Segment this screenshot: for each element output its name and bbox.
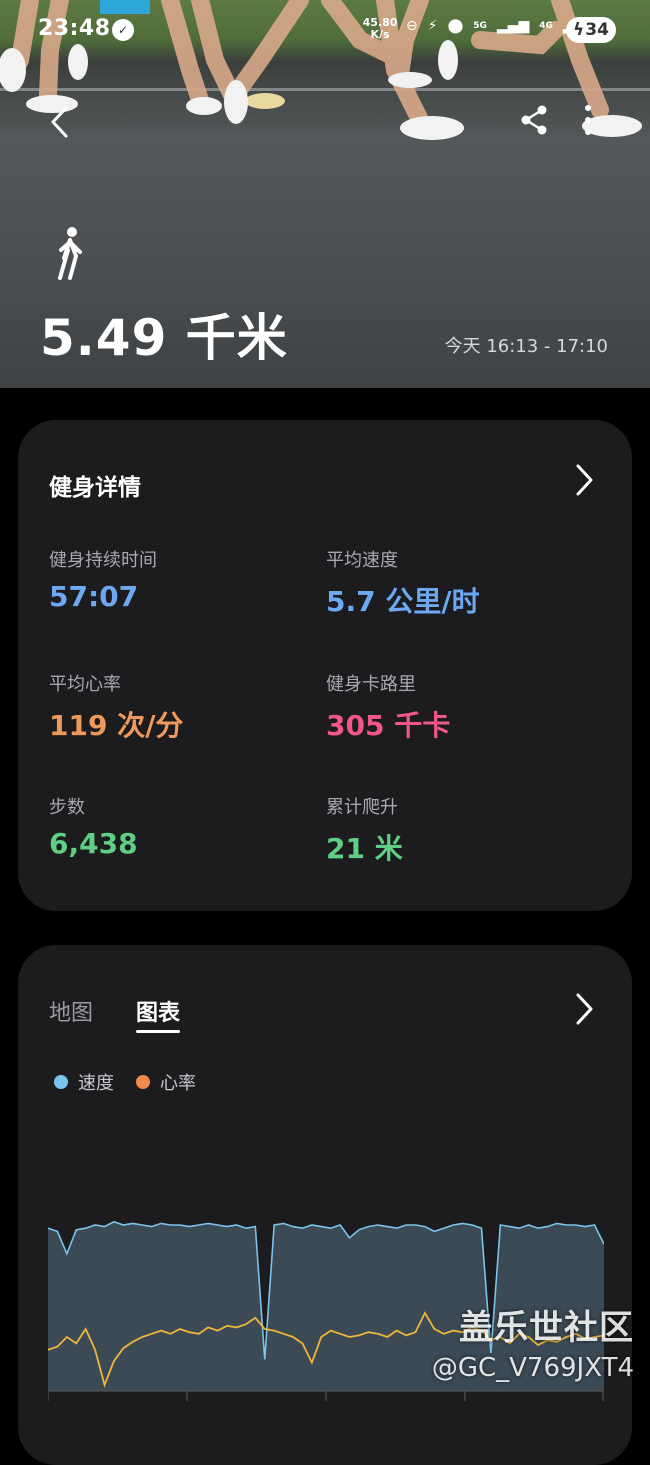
network-speed: 45.80 K/s [362,17,398,41]
back-arrow-icon[interactable] [46,104,76,140]
stat-elevation-gain: 累计爬升 21 米 [326,793,403,867]
stat-label: 累计爬升 [326,797,398,818]
signal-bars-icon: ▂▄▆ [496,18,530,34]
legend-heart-rate-dot [136,1075,150,1089]
signal-5g-label: 5G [473,21,487,31]
workout-details-card: 健身详情 健身持续时间 57:07 平均速度 5.7 公里/时 平均心率 119… [18,420,632,911]
legend-heart-rate-label: 心率 [160,1073,196,1094]
stat-value: 6,438 [49,827,138,860]
chart-legend: 速度 心率 [54,1069,196,1095]
workout-chart-card: 地图 图表 速度 心率 [18,945,632,1465]
watermark-line1: 盖乐世社区 [459,1308,634,1348]
legend-speed-dot [54,1075,68,1089]
legend-heart-rate: 心率 [136,1069,196,1095]
battery-level: 34 [585,20,609,40]
do-not-disturb-icon: ⊖ [406,18,418,34]
stat-calories: 健身卡路里 305 千卡 [326,670,450,744]
walking-icon [58,227,82,280]
workout-date-range: 今天 16:13 - 17:10 [444,336,608,357]
stat-label: 平均速度 [326,550,398,571]
tab-chart[interactable]: 图表 [136,995,181,1033]
nfc-icon: ⚡ [427,18,438,34]
status-time: 23:48 [38,16,111,41]
stat-label: 平均心率 [49,674,121,695]
distance-value: 5.49 千米 [40,309,288,367]
tab-map[interactable]: 地图 [49,995,93,1027]
details-title: 健身详情 [49,475,141,501]
network-speed-unit: K/s [370,28,390,41]
watermark-line2: @GC_V769JXT4 [431,1353,634,1383]
stat-label: 健身持续时间 [49,550,157,571]
chart-chevron-right-icon[interactable] [572,991,596,1027]
battery-indicator: ϟ 34 [566,17,616,43]
hero-banner: 23:48 ✓ 45.80 K/s ⊖ ⚡ ⬤ 5G ▂▄▆ 4G ▂▄▆ ϟ … [0,0,650,388]
stat-label: 健身卡路里 [326,674,416,695]
details-chevron-right-icon[interactable] [572,462,596,498]
signal-4g-label: 4G [539,21,553,31]
notification-check-icon: ✓ [112,19,134,41]
legend-speed-label: 速度 [78,1073,114,1094]
stat-avg-heart-rate: 平均心率 119 次/分 [49,670,183,744]
watermark: 盖乐世社区 @GC_V769JXT4 [432,1300,634,1383]
stat-value: 305 千卡 [326,709,451,742]
stat-label: 步数 [49,797,85,818]
share-icon[interactable] [518,102,550,138]
stat-value: 119 次/分 [49,709,184,742]
charging-icon: ϟ [573,20,585,40]
stat-value: 57:07 [49,580,139,613]
stat-value: 5.7 公里/时 [326,585,480,618]
status-bar: 23:48 ✓ 45.80 K/s ⊖ ⚡ ⬤ 5G ▂▄▆ 4G ▂▄▆ ϟ … [0,0,650,60]
location-icon: ⬤ [447,18,464,34]
stat-steps: 步数 6,438 [49,793,138,860]
legend-speed: 速度 [54,1069,114,1095]
stat-value: 21 米 [326,832,403,865]
stat-avg-speed: 平均速度 5.7 公里/时 [326,546,480,620]
stat-duration: 健身持续时间 57:07 [49,546,157,613]
more-options-icon[interactable] [578,102,598,138]
